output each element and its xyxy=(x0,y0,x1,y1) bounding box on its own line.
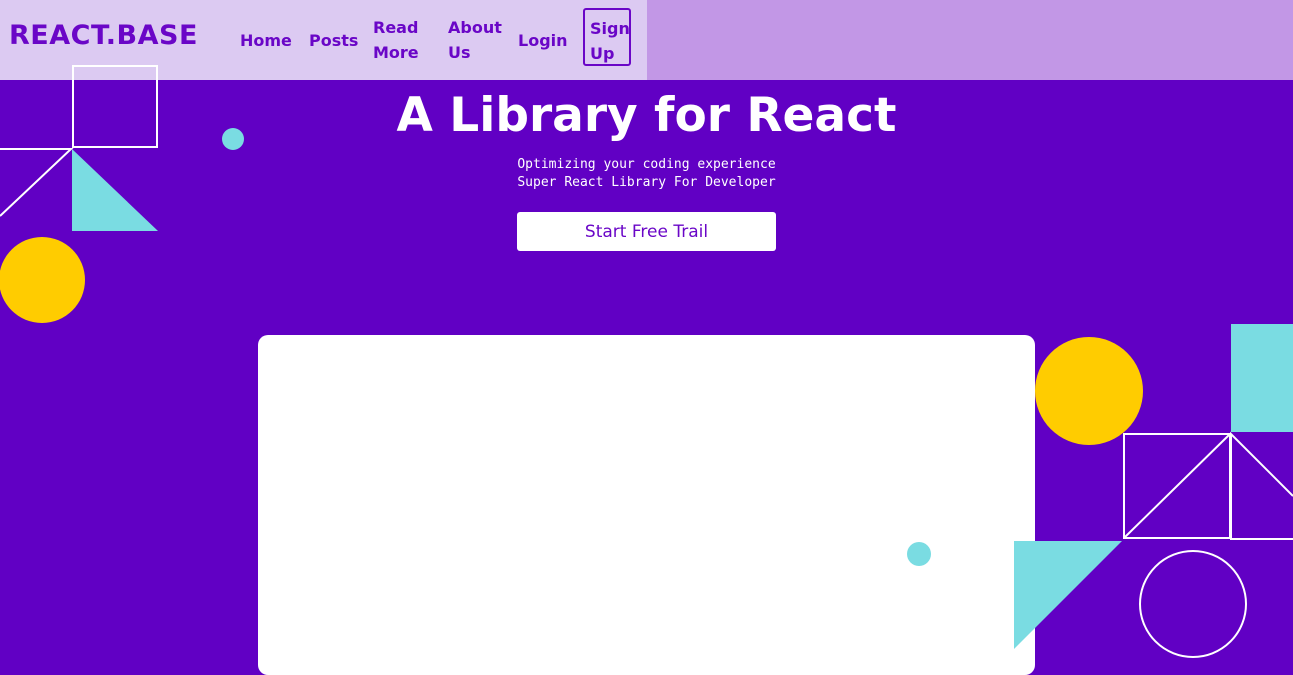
yellow-circle-shape xyxy=(1035,337,1143,445)
decorative-shapes-right xyxy=(907,324,1293,658)
cyan-triangle-shape xyxy=(1014,541,1122,649)
cyan-square-shape xyxy=(1231,324,1293,432)
diagonal-line-shape xyxy=(1123,433,1231,539)
triangle-outline-shape xyxy=(1230,431,1293,540)
circle-outline-shape xyxy=(1139,550,1247,658)
cyan-dot-shape xyxy=(907,542,931,566)
